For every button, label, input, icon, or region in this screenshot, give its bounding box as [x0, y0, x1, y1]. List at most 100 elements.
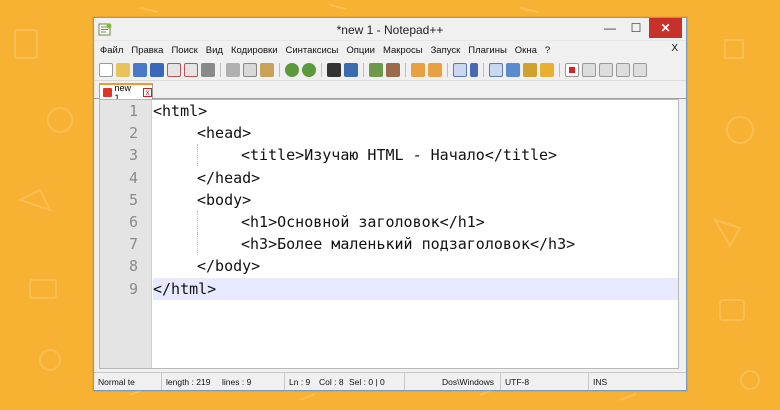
indent-guide — [153, 211, 197, 233]
maximize-button[interactable]: ☐ — [623, 18, 649, 38]
toolbar-separator — [321, 62, 322, 77]
indent-guide — [197, 211, 241, 234]
menu-run[interactable]: Запуск — [431, 45, 461, 56]
code-text: </html> — [153, 279, 217, 298]
line-number: 1 — [128, 102, 138, 121]
close-document-button[interactable]: X — [671, 43, 678, 54]
menu-macro[interactable]: Макросы — [383, 45, 423, 56]
line-number: 4 — [128, 168, 138, 187]
replace-icon[interactable] — [344, 62, 358, 77]
code-text: </head> — [197, 168, 261, 187]
function-list-icon[interactable] — [523, 62, 537, 77]
stop-macro-icon[interactable] — [582, 62, 596, 77]
menu-file[interactable]: Файл — [100, 45, 123, 56]
indent-guide — [153, 189, 197, 211]
menu-view[interactable]: Вид — [206, 45, 223, 56]
menu-help[interactable]: ? — [545, 45, 550, 56]
code-line[interactable]: <body> — [153, 189, 678, 211]
toolbar-separator — [279, 62, 280, 77]
open-icon[interactable] — [116, 62, 130, 77]
folder-icon[interactable] — [540, 62, 554, 77]
line-number: 6 — [128, 213, 138, 232]
run-macro-icon[interactable] — [616, 62, 630, 77]
menu-edit[interactable]: Правка — [131, 45, 163, 56]
undo-icon[interactable] — [285, 62, 299, 77]
indent-guide — [153, 167, 197, 189]
status-encoding: UTF-8 — [501, 373, 589, 390]
play-macro-icon[interactable] — [599, 62, 613, 77]
status-lines: lines : 9 — [218, 373, 285, 390]
print-icon[interactable] — [201, 62, 215, 77]
find-icon[interactable] — [327, 62, 341, 77]
sync-v-icon[interactable] — [411, 62, 425, 77]
code-area[interactable]: <html> <head> <title>Изучаю HTML - Начало<… — [153, 100, 678, 368]
status-file-type: Normal te — [94, 373, 162, 390]
menu-bar: Файл Правка Поиск Вид Кодировки Синтакси… — [94, 41, 686, 59]
word-wrap-icon[interactable] — [453, 62, 467, 77]
close-all-icon[interactable] — [184, 62, 198, 77]
toolbar-separator — [447, 62, 448, 77]
code-line[interactable]: <head> — [153, 122, 678, 144]
toolbar-separator — [220, 62, 221, 77]
redo-icon[interactable] — [302, 62, 316, 77]
line-number: 3 — [128, 146, 138, 165]
indent-guide — [153, 144, 197, 166]
toolbar-separator — [559, 62, 560, 77]
status-column: Col : 8 — [319, 376, 344, 387]
menu-language[interactable]: Синтаксисы — [286, 45, 339, 56]
status-bar: Normal te length : 219 lines : 9 Ln : 9 … — [94, 372, 686, 390]
unsaved-file-icon — [103, 88, 112, 97]
indent-guide — [153, 233, 197, 255]
code-line[interactable]: <h1>Основной заголовок</h1> — [153, 211, 678, 234]
menu-settings[interactable]: Опции — [346, 45, 375, 56]
status-insert-mode: INS — [593, 376, 608, 387]
menu-window[interactable]: Окна — [515, 45, 537, 56]
line-number-gutter: 1 2 3 4 5 6 7 8 9 — [100, 100, 152, 368]
code-text: <title>Изучаю HTML - Начало</title> — [241, 146, 558, 165]
show-all-icon[interactable] — [470, 62, 478, 77]
save-icon[interactable] — [133, 62, 147, 77]
tab-new-1[interactable]: new 1 x — [99, 83, 153, 103]
menu-search[interactable]: Поиск — [171, 45, 197, 56]
code-line[interactable]: <h3>Более маленький подзаголовок</h3> — [153, 233, 678, 256]
paste-icon[interactable] — [260, 62, 274, 77]
status-selection: Sel : 0 | 0 — [345, 373, 405, 390]
editor-area[interactable]: 1 2 3 4 5 6 7 8 9 <html> <head> <title>Изучаю HTML… — [99, 99, 679, 369]
doc-map-icon[interactable] — [506, 62, 520, 77]
code-line[interactable]: <title>Изучаю HTML - Начало</title> — [153, 144, 678, 167]
copy-icon[interactable] — [243, 62, 257, 77]
cut-icon[interactable] — [226, 62, 240, 77]
menu-encoding[interactable]: Кодировки — [231, 45, 278, 56]
indent-guide-icon[interactable] — [489, 62, 503, 77]
code-line[interactable]: </head> — [153, 167, 678, 189]
toolbar — [94, 59, 686, 81]
tab-bar: new 1 x — [94, 81, 686, 103]
zoom-out-icon[interactable] — [386, 62, 400, 77]
save-macro-icon[interactable] — [633, 62, 647, 77]
minimize-button[interactable]: — — [597, 18, 623, 38]
close-icon[interactable] — [167, 62, 181, 77]
code-text: <h1>Основной заголовок</h1> — [241, 213, 485, 232]
save-all-icon[interactable] — [150, 62, 164, 77]
code-line[interactable]: </html> — [153, 277, 678, 300]
code-text: <head> — [197, 124, 252, 143]
new-file-icon[interactable] — [99, 62, 113, 77]
zoom-in-icon[interactable] — [369, 62, 383, 77]
code-line[interactable]: <html> — [153, 100, 678, 122]
sync-h-icon[interactable] — [428, 62, 442, 77]
indent-guide — [153, 255, 197, 277]
record-macro-icon[interactable] — [565, 62, 579, 77]
tab-close-icon[interactable]: x — [143, 88, 152, 97]
code-text: <html> — [153, 102, 208, 121]
status-line-number: Ln : 9 — [289, 376, 311, 387]
code-line[interactable]: </body> — [153, 255, 678, 277]
code-text: <h3>Более маленький подзаголовок</h3> — [241, 235, 576, 254]
close-button[interactable]: ✕ — [649, 18, 682, 38]
title-bar[interactable]: *new 1 - Notepad++ — ☐ ✕ — [94, 18, 686, 41]
menu-plugins[interactable]: Плагины — [468, 45, 507, 56]
code-text: <body> — [197, 190, 252, 209]
toolbar-separator — [405, 62, 406, 77]
indent-guide — [153, 122, 197, 144]
indent-guide — [197, 144, 241, 167]
notepad-window: *new 1 - Notepad++ — ☐ ✕ Файл Правка Пои… — [93, 17, 687, 391]
